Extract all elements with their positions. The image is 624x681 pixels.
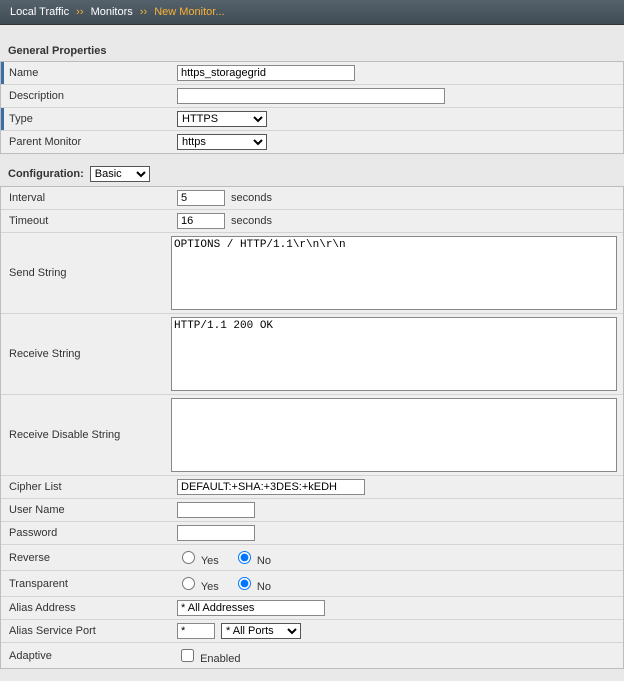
interval-input[interactable]	[177, 190, 225, 206]
timeout-unit: seconds	[231, 215, 272, 227]
password-label: Password	[1, 522, 171, 544]
adaptive-checkbox[interactable]	[181, 649, 194, 662]
transparent-yes-radio[interactable]	[182, 577, 195, 590]
timeout-label: Timeout	[1, 210, 171, 232]
receive-disable-string-label: Receive Disable String	[1, 395, 165, 475]
timeout-input[interactable]	[177, 213, 225, 229]
parent-monitor-label: Parent Monitor	[1, 131, 171, 153]
configuration-select[interactable]: Basic	[90, 166, 150, 182]
reverse-no-radio[interactable]	[238, 551, 251, 564]
interval-unit: seconds	[231, 192, 272, 204]
breadcrumb: Local Traffic ›› Monitors ›› New Monitor…	[0, 0, 624, 25]
breadcrumb-local-traffic[interactable]: Local Traffic	[10, 6, 69, 18]
user-name-input[interactable]	[177, 502, 255, 518]
name-input[interactable]	[177, 65, 355, 81]
alias-address-label: Alias Address	[1, 597, 171, 619]
configuration-panel: Interval seconds Timeout seconds Send St…	[0, 186, 624, 669]
configuration-label: Configuration:	[8, 168, 84, 180]
password-input[interactable]	[177, 525, 255, 541]
breadcrumb-current: New Monitor...	[154, 6, 224, 18]
alias-service-port-select[interactable]: * All Ports	[221, 623, 301, 639]
cipher-list-input[interactable]	[177, 479, 365, 495]
name-label: Name	[1, 62, 171, 84]
parent-monitor-select[interactable]: https	[177, 134, 267, 150]
breadcrumb-sep-icon: ››	[136, 6, 151, 18]
alias-address-input[interactable]	[177, 600, 325, 616]
section-general-properties: General Properties	[0, 43, 624, 61]
receive-string-label: Receive String	[1, 314, 165, 394]
general-properties-panel: Name Description Type HTTPS Parent Monit…	[0, 61, 624, 154]
send-string-textarea[interactable]: OPTIONS / HTTP/1.1\r\n\r\n	[171, 236, 617, 310]
receive-disable-string-textarea[interactable]	[171, 398, 617, 472]
alias-service-port-input[interactable]	[177, 623, 215, 639]
user-name-label: User Name	[1, 499, 171, 521]
cipher-list-label: Cipher List	[1, 476, 171, 498]
reverse-label: Reverse	[1, 545, 171, 570]
reverse-yes-radio[interactable]	[182, 551, 195, 564]
alias-service-port-label: Alias Service Port	[1, 620, 171, 642]
description-label: Description	[1, 85, 171, 107]
type-select[interactable]: HTTPS	[177, 111, 267, 127]
type-label: Type	[1, 108, 171, 130]
transparent-label: Transparent	[1, 571, 171, 596]
breadcrumb-monitors[interactable]: Monitors	[91, 6, 133, 18]
adaptive-label: Adaptive	[1, 643, 171, 668]
interval-label: Interval	[1, 187, 171, 209]
receive-string-textarea[interactable]: HTTP/1.1 200 OK	[171, 317, 617, 391]
breadcrumb-sep-icon: ››	[72, 6, 87, 18]
send-string-label: Send String	[1, 233, 165, 313]
description-input[interactable]	[177, 88, 445, 104]
transparent-no-radio[interactable]	[238, 577, 251, 590]
